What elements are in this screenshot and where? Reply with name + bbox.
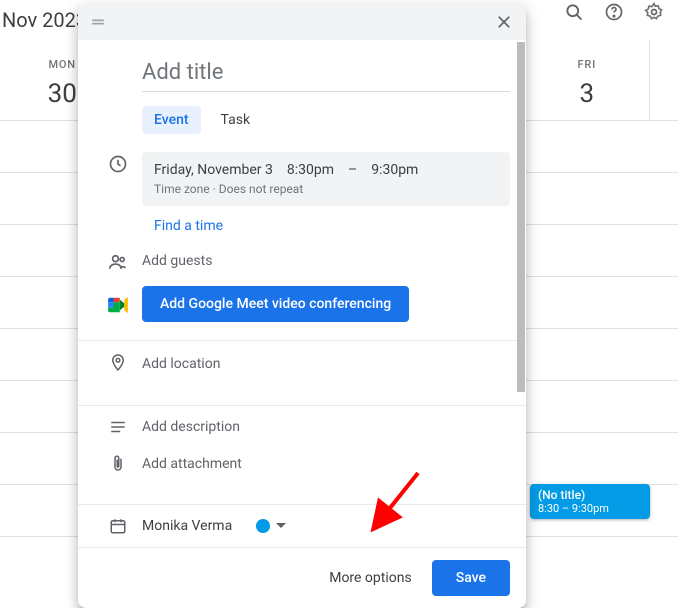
find-time-link[interactable]: Find a time <box>154 218 223 234</box>
gear-icon[interactable] <box>642 0 666 24</box>
attachment-icon <box>94 454 142 474</box>
modal-header <box>78 4 526 40</box>
day-number[interactable]: 3 <box>525 79 649 109</box>
add-guests-field[interactable]: Add guests <box>142 253 510 269</box>
chevron-down-icon <box>276 523 286 529</box>
event-end-time[interactable]: 9:30pm <box>371 162 418 178</box>
notes-icon <box>94 418 142 436</box>
day-column-gutter <box>650 40 678 120</box>
event-chip-title: (No title) <box>538 488 642 502</box>
clock-icon <box>94 152 142 174</box>
calendar-owner-row: Monika Verma <box>78 505 526 547</box>
help-icon[interactable] <box>602 0 626 24</box>
timezone-link[interactable]: Time zone <box>154 182 210 196</box>
event-start-time[interactable]: 8:30pm <box>287 162 334 178</box>
modal-footer: More options Save <box>78 547 526 608</box>
color-dot <box>256 519 270 533</box>
add-meet-button[interactable]: Add Google Meet video conferencing <box>142 286 409 322</box>
title-input[interactable] <box>142 56 510 92</box>
guests-row: Add guests <box>94 250 510 272</box>
more-options-button[interactable]: More options <box>317 562 424 594</box>
people-icon <box>94 250 142 272</box>
month-label: Nov 2023 <box>0 8 87 32</box>
datetime-row: Friday, November 3 8:30pm – 9:30pm Time … <box>94 152 510 234</box>
event-chip-time: 8:30 – 9:30pm <box>538 502 642 515</box>
calendar-event-chip[interactable]: (No title) 8:30 – 9:30pm <box>530 484 650 519</box>
event-date[interactable]: Friday, November 3 <box>154 162 273 178</box>
meet-row: Add Google Meet video conferencing <box>94 286 510 322</box>
time-dash: – <box>348 162 357 178</box>
datetime-box[interactable]: Friday, November 3 8:30pm – 9:30pm Time … <box>142 152 510 206</box>
save-button[interactable]: Save <box>432 560 510 596</box>
calendar-owner-name[interactable]: Monika Verma <box>142 518 232 534</box>
add-location-field[interactable]: Add location <box>142 356 510 372</box>
add-attachment-field[interactable]: Add attachment <box>142 456 510 472</box>
location-row: Add location <box>78 341 526 387</box>
add-description-field[interactable]: Add description <box>142 419 510 435</box>
top-icons <box>562 0 666 24</box>
tab-task[interactable]: Task <box>209 106 263 134</box>
day-column-fri: FRI 3 <box>525 40 650 120</box>
description-row: Add description <box>78 406 526 448</box>
type-tabs: Event Task <box>94 106 510 134</box>
tab-event[interactable]: Event <box>142 106 201 134</box>
calendar-color-picker[interactable] <box>256 519 286 533</box>
quick-create-modal: Event Task Friday, November 3 8:30pm – 9… <box>78 4 526 608</box>
location-icon <box>94 353 142 375</box>
modal-body: Event Task Friday, November 3 8:30pm – 9… <box>78 40 526 322</box>
search-icon[interactable] <box>562 0 586 24</box>
drag-handle-icon[interactable] <box>88 12 108 32</box>
close-icon[interactable] <box>492 10 516 34</box>
google-meet-icon <box>94 294 142 314</box>
repeat-link[interactable]: Does not repeat <box>219 182 304 196</box>
attachment-row: Add attachment <box>78 448 526 486</box>
day-label: FRI <box>525 58 649 71</box>
calendar-icon <box>94 517 142 535</box>
